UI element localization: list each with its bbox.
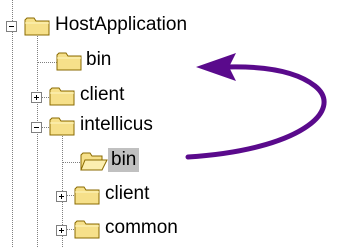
- move-arrow-annotation: [185, 53, 327, 160]
- folder-tree: HostApplication bin client intellicus bi…: [0, 0, 339, 247]
